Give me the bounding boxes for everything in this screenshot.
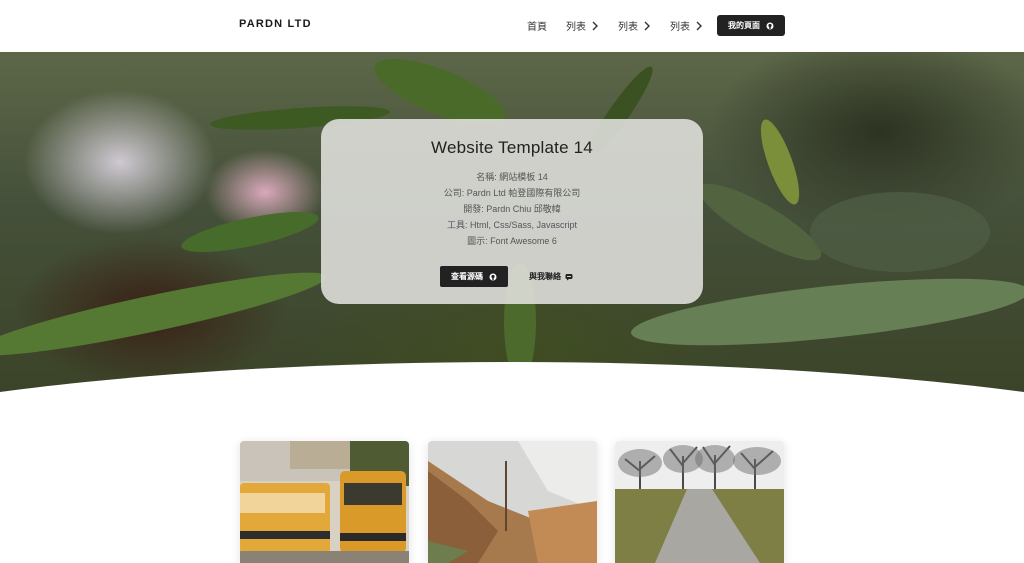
gallery-image-forest[interactable] (428, 441, 597, 563)
my-page-label: 我的頁面 (728, 21, 760, 30)
forest-photo (428, 441, 597, 563)
chevron-right-icon (696, 21, 702, 30)
info-name: 名稱: 網站模板 14 (476, 172, 548, 182)
github-icon (766, 22, 774, 29)
nav-item-label: 列表 (566, 22, 586, 33)
nav-item-home[interactable]: 首頁 (527, 18, 547, 33)
path-photo (615, 441, 784, 563)
github-icon (489, 273, 497, 280)
brand-logo[interactable]: PARDN LTD (239, 18, 312, 30)
template-title: Website Template 14 (431, 138, 593, 157)
info-company: 公司: Pardn Ltd 帕登國際有限公司 (443, 188, 581, 198)
nav-item-label: 列表 (670, 22, 690, 33)
info-tools: 工具: Html, Css/Sass, Javascript (446, 220, 578, 230)
main-nav: 首頁 列表 列表 列表 (527, 18, 722, 33)
nav-item-list-1[interactable]: 列表 (566, 18, 599, 33)
chevron-right-icon (592, 21, 598, 30)
tram-photo (240, 441, 409, 563)
site-header: PARDN LTD 首頁 列表 列表 列表 我的頁面 (0, 0, 1024, 52)
nav-item-label: 列表 (618, 22, 638, 33)
info-developer: 開發: Pardn Chiu 邱敬幃 (463, 204, 561, 214)
message-icon (565, 273, 573, 280)
hero-curve-divider (0, 362, 1024, 392)
chevron-right-icon (644, 21, 650, 30)
my-page-button[interactable]: 我的頁面 (717, 15, 785, 36)
gallery-image-path[interactable] (615, 441, 784, 563)
nav-item-label: 首頁 (527, 22, 547, 33)
info-icons: 圖示: Font Awesome 6 (467, 236, 557, 246)
contact-me-button[interactable]: 與我聯絡 (526, 266, 576, 287)
view-source-label: 查看源碼 (451, 272, 483, 281)
gallery-image-trams[interactable] (240, 441, 409, 563)
contact-me-label: 與我聯絡 (529, 272, 561, 281)
nav-item-list-3[interactable]: 列表 (670, 18, 703, 33)
view-source-button[interactable]: 查看源碼 (440, 266, 508, 287)
nav-item-list-2[interactable]: 列表 (618, 18, 651, 33)
template-info-card: Website Template 14 名稱: 網站模板 14 公司: Pard… (321, 119, 703, 304)
